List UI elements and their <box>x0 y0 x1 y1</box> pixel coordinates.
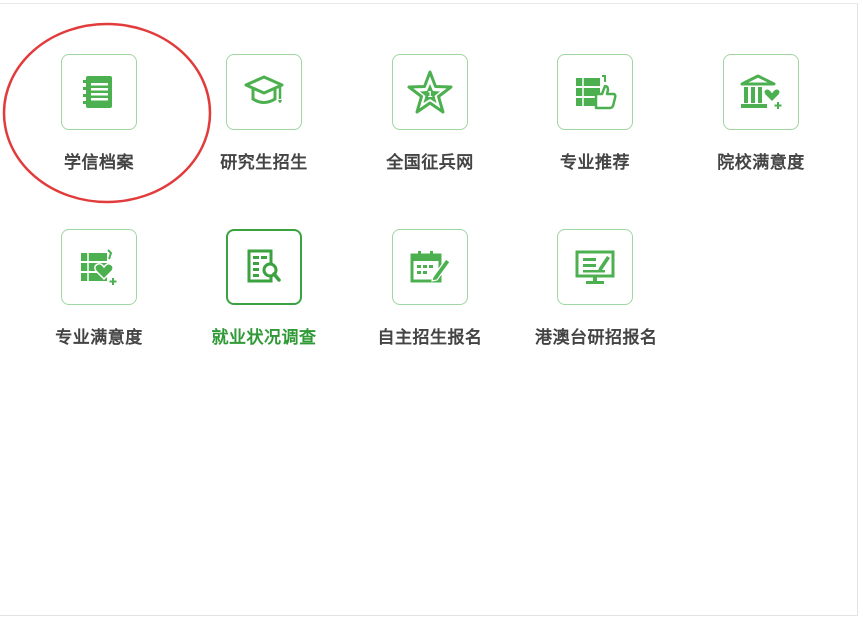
service-employment-survey[interactable]: 就业状况调查 <box>204 229 324 348</box>
service-label: 专业满意度 <box>55 328 143 348</box>
service-label: 全国征兵网 <box>386 153 474 173</box>
books-heart-icon <box>81 249 117 285</box>
service-major-satisfaction[interactable]: 专业满意度 <box>39 229 159 348</box>
service-major-recommend[interactable]: 专业推荐 <box>535 54 655 173</box>
icon-frame <box>226 229 302 305</box>
service-label: 专业推荐 <box>560 153 630 173</box>
service-graduate-admission[interactable]: 研究生招生 <box>204 54 324 173</box>
service-label: 自主招生报名 <box>377 328 483 348</box>
service-independent-enrollment[interactable]: 自主招生报名 <box>370 229 490 348</box>
star-badge-icon: 1 <box>407 70 453 114</box>
svg-text:1: 1 <box>427 90 433 99</box>
service-label: 院校满意度 <box>717 153 805 173</box>
service-label: 研究生招生 <box>220 153 308 173</box>
icon-frame <box>557 54 633 130</box>
icon-frame <box>61 229 137 305</box>
building-heart-icon <box>740 74 782 109</box>
service-label: 就业状况调查 <box>211 328 317 348</box>
service-hk-macao-taiwan[interactable]: 港澳台研招报名 <box>535 229 658 348</box>
service-college-satisfaction[interactable]: 院校满意度 <box>701 54 821 173</box>
annotation-circle <box>2 22 212 204</box>
service-label: 港澳台研招报名 <box>535 328 658 348</box>
service-national-recruitment[interactable]: 1 全国征兵网 <box>370 54 490 173</box>
document-search-icon <box>247 249 281 283</box>
monitor-edit-icon <box>575 250 615 284</box>
graduation-cap-icon <box>244 75 284 104</box>
calendar-edit-icon <box>410 251 451 283</box>
icon-frame <box>557 229 633 305</box>
icon-frame: 1 <box>392 54 468 130</box>
icon-frame <box>226 54 302 130</box>
icon-frame <box>723 54 799 130</box>
books-thumbs-up-icon <box>576 75 617 110</box>
icon-frame <box>392 229 468 305</box>
